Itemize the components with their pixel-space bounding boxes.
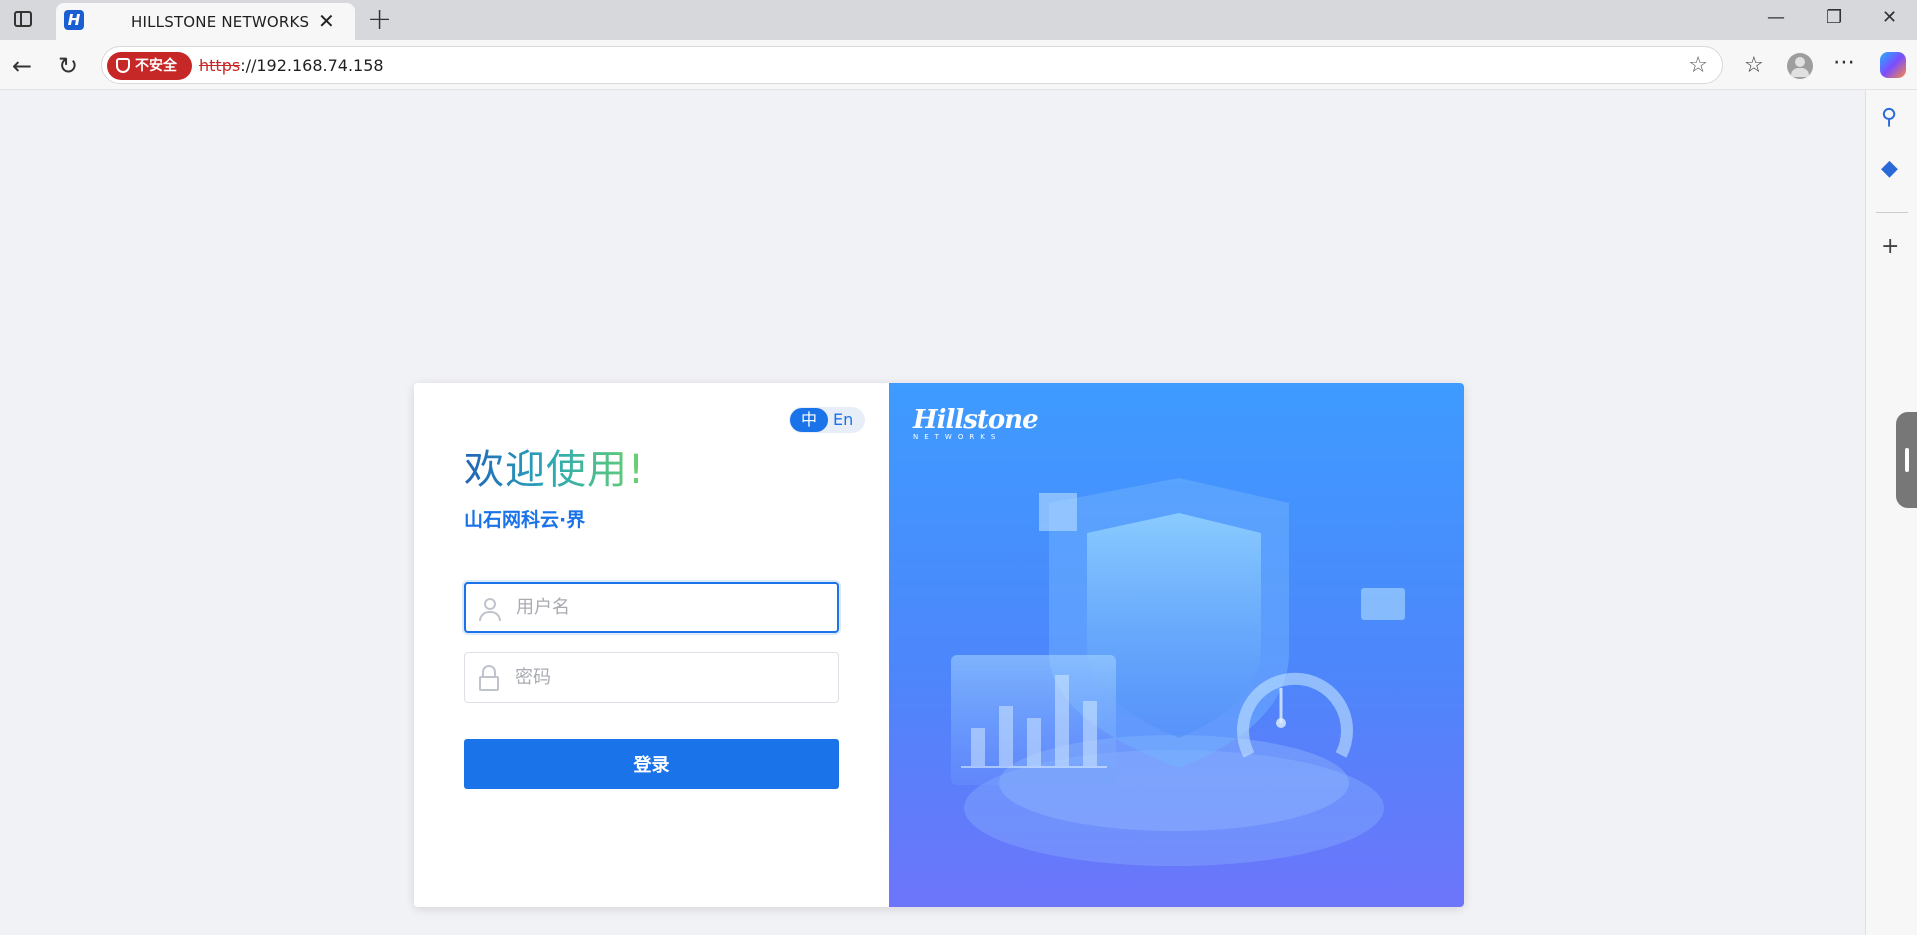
minimize-icon[interactable]: —: [1767, 7, 1785, 28]
new-tab-button[interactable]: +: [367, 2, 392, 37]
favorites-icon[interactable]: ☆: [1744, 53, 1764, 78]
close-tab-icon[interactable]: ✕: [318, 9, 335, 33]
not-secure-label: 不安全: [135, 58, 177, 74]
login-card: 中 En 欢迎使用! 山石网科云·界 登录: [414, 383, 1464, 907]
gauge-hub: [1276, 718, 1286, 728]
url-scheme: https: [199, 56, 241, 75]
password-input[interactable]: [515, 653, 825, 702]
url-host: ://192.168.74.158: [240, 56, 384, 75]
shield-warning-icon: [116, 58, 130, 73]
hillstone-logo: Hillstone NETWORKS: [913, 405, 1039, 441]
welcome-heading: 欢迎使用!: [464, 437, 645, 495]
tag-icon[interactable]: ◆: [1881, 156, 1898, 181]
login-form-panel: 中 En 欢迎使用! 山石网科云·界 登录: [414, 383, 889, 907]
hero-panel: Hillstone NETWORKS: [889, 383, 1464, 907]
browser-sidebar: ⚲ ◆ +: [1865, 90, 1917, 935]
tab-strip: H HILLSTONE NETWORKS ✕ + — ❐ ✕: [0, 0, 1917, 40]
password-field[interactable]: [464, 652, 839, 703]
username-field[interactable]: [464, 582, 839, 633]
sidebar-handle[interactable]: [1896, 412, 1917, 508]
lang-en-button[interactable]: En: [833, 409, 853, 431]
sidebar-divider: [1876, 212, 1908, 213]
more-icon[interactable]: ⋯: [1833, 50, 1855, 75]
browser-tab[interactable]: H HILLSTONE NETWORKS ✕: [56, 3, 355, 40]
refresh-icon[interactable]: ↻: [58, 52, 78, 80]
star-icon[interactable]: ☆: [1688, 53, 1708, 78]
address-bar[interactable]: 不安全 https://192.168.74.158 ☆: [101, 46, 1723, 84]
back-arrow-icon[interactable]: ←: [12, 52, 32, 80]
tab-title: HILLSTONE NETWORKS: [131, 13, 310, 31]
lang-zh-button[interactable]: 中: [790, 408, 828, 432]
security-illustration: [951, 478, 1405, 866]
lock-icon: [477, 665, 501, 691]
language-toggle[interactable]: 中 En: [789, 407, 865, 433]
hillstone-favicon-icon: H: [64, 10, 84, 30]
page-viewport: 中 En 欢迎使用! 山石网科云·界 登录: [4, 90, 1865, 935]
profile-avatar-icon[interactable]: [1787, 53, 1813, 79]
add-icon[interactable]: +: [1881, 234, 1899, 259]
search-icon[interactable]: ⚲: [1881, 105, 1897, 130]
login-button[interactable]: 登录: [464, 739, 839, 789]
brand-name: Hillstone: [913, 405, 1039, 435]
user-icon: [478, 596, 502, 622]
folder-shape: [1361, 588, 1405, 620]
product-subtitle: 山石网科云·界: [464, 509, 586, 531]
floating-cube: [1039, 493, 1077, 531]
restore-icon[interactable]: ❐: [1826, 7, 1842, 28]
copilot-icon[interactable]: [1880, 52, 1906, 78]
username-input[interactable]: [516, 584, 826, 631]
not-secure-badge[interactable]: 不安全: [107, 52, 192, 80]
url-text[interactable]: https://192.168.74.158: [199, 56, 384, 75]
tab-actions-icon[interactable]: [14, 11, 32, 27]
address-toolbar: ← ↻ 不安全 https://192.168.74.158 ☆ ☆ ⋯: [0, 40, 1917, 90]
window-close-icon[interactable]: ✕: [1882, 7, 1897, 28]
